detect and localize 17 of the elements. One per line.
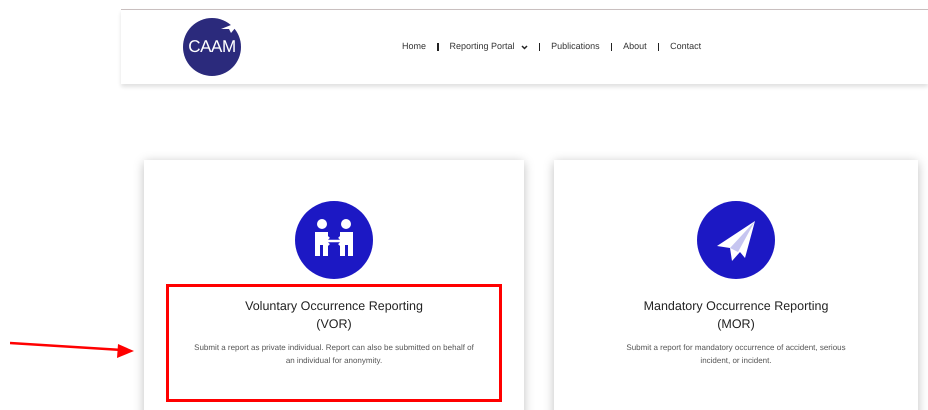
card-abbreviation: (VOR): [316, 316, 352, 333]
card-abbreviation: (MOR): [717, 316, 755, 333]
logo[interactable]: CAAM: [183, 18, 241, 76]
paper-plane-icon: [697, 201, 775, 279]
card-description: Submit a report for mandatory occurrence of accident, serious incident, or incident.: [625, 342, 847, 367]
report-card[interactable]: Mandatory Occurrence Reporting (MOR) Submit a report for mandatory occurrence of accident, serious incident, or incident.: [554, 160, 918, 410]
nav-link[interactable]: Home: [402, 40, 426, 54]
nav-link[interactable]: Publications: [551, 40, 600, 54]
people-exchange-icon: [295, 201, 373, 279]
nav-link[interactable]: About: [623, 40, 647, 54]
report-card[interactable]: Voluntary Occurrence Reporting (VOR) Submit a report as private individual. Report can also be submitted on behalf of an individual for anonymity.: [144, 160, 524, 410]
card-description: Submit a report as private individual. Report can also be submitted on behalf of an individual for anonymity.: [194, 342, 474, 367]
chevron-down-icon: [520, 44, 528, 50]
card-title: Voluntary Occurrence Reporting: [245, 298, 423, 315]
nav-link[interactable]: Contact: [670, 40, 702, 54]
card-title: Mandatory Occurrence Reporting: [644, 298, 828, 315]
nav-link[interactable]: Reporting Portal: [450, 40, 528, 54]
